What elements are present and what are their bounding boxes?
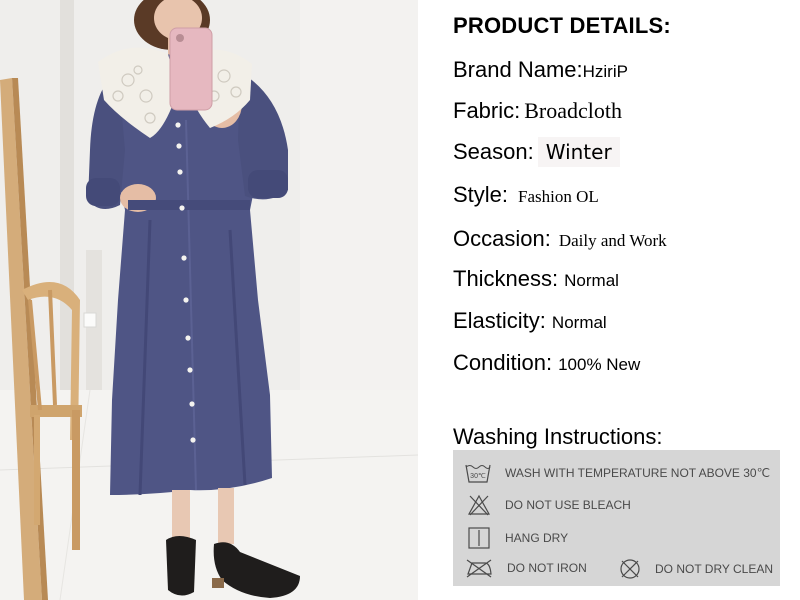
product-details-heading: PRODUCT DETAILS: bbox=[453, 13, 671, 38]
hang-dry-instruction-text: HANG DRY bbox=[505, 531, 569, 545]
no-dry-clean-icon bbox=[620, 559, 640, 579]
bleach-instruction-item: DO NOT USE BLEACH bbox=[467, 494, 631, 516]
washing-instructions-panel: 30℃ WASH WITH TEMPERATURE NOT ABOVE 30℃ … bbox=[453, 450, 780, 586]
occasion-row: Occasion: Daily and Work bbox=[453, 226, 667, 252]
elasticity-value: Normal bbox=[551, 313, 607, 332]
model-in-dress-image bbox=[0, 0, 418, 600]
no-iron-icon bbox=[466, 559, 492, 578]
condition-row: Condition: 100% New bbox=[453, 350, 640, 376]
fabric-label: Fabric: bbox=[453, 98, 521, 123]
season-label: Season: bbox=[453, 139, 534, 164]
thickness-row: Thickness: Normal bbox=[453, 266, 619, 292]
fabric-value: Broadcloth bbox=[524, 98, 623, 123]
iron-instruction-item: DO NOT IRON bbox=[465, 558, 587, 578]
hang-dry-icon bbox=[468, 527, 490, 549]
brand-row: Brand Name:HziriP bbox=[453, 57, 628, 83]
elasticity-row: Elasticity: Normal bbox=[453, 308, 607, 334]
washing-instructions-title: Washing Instructions: bbox=[453, 424, 663, 449]
condition-label: Condition: bbox=[453, 350, 553, 375]
elasticity-label: Elasticity: bbox=[453, 308, 546, 333]
dry-clean-instruction-text: DO NOT DRY CLEAN bbox=[655, 562, 774, 576]
no-bleach-icon bbox=[467, 494, 491, 516]
condition-value: 100% New bbox=[558, 355, 641, 374]
season-row: Season: Winter bbox=[453, 137, 620, 167]
product-details-panel: PRODUCT DETAILS: Brand Name:HziriP Fabri… bbox=[453, 0, 800, 600]
brand-label: Brand Name: bbox=[453, 57, 583, 82]
wash-instruction-text: WASH WITH TEMPERATURE NOT ABOVE 30℃ bbox=[505, 466, 771, 480]
brand-value: HziriP bbox=[582, 62, 628, 81]
wash-temperature-label: 30℃ bbox=[470, 473, 486, 480]
style-value: Fashion OL bbox=[518, 187, 599, 206]
thickness-value: Normal bbox=[564, 271, 619, 290]
iron-instruction-text: DO NOT IRON bbox=[507, 561, 587, 575]
occasion-label: Occasion: bbox=[453, 226, 551, 251]
dry-clean-instruction-item: DO NOT DRY CLEAN bbox=[619, 558, 773, 580]
style-row: Style: Fashion OL bbox=[453, 182, 599, 208]
bleach-instruction-text: DO NOT USE BLEACH bbox=[505, 498, 631, 512]
hang-dry-instruction-item: HANG DRY bbox=[467, 527, 568, 549]
style-label: Style: bbox=[453, 182, 509, 207]
thickness-label: Thickness: bbox=[453, 266, 559, 291]
product-photo bbox=[0, 0, 418, 600]
wash-30-icon: 30℃ bbox=[465, 464, 491, 483]
fabric-row: Fabric: Broadcloth bbox=[453, 98, 622, 124]
wash-instruction-item: 30℃ WASH WITH TEMPERATURE NOT ABOVE 30℃ bbox=[465, 462, 770, 484]
occasion-value: Daily and Work bbox=[558, 231, 667, 250]
season-value: Winter bbox=[537, 137, 620, 167]
